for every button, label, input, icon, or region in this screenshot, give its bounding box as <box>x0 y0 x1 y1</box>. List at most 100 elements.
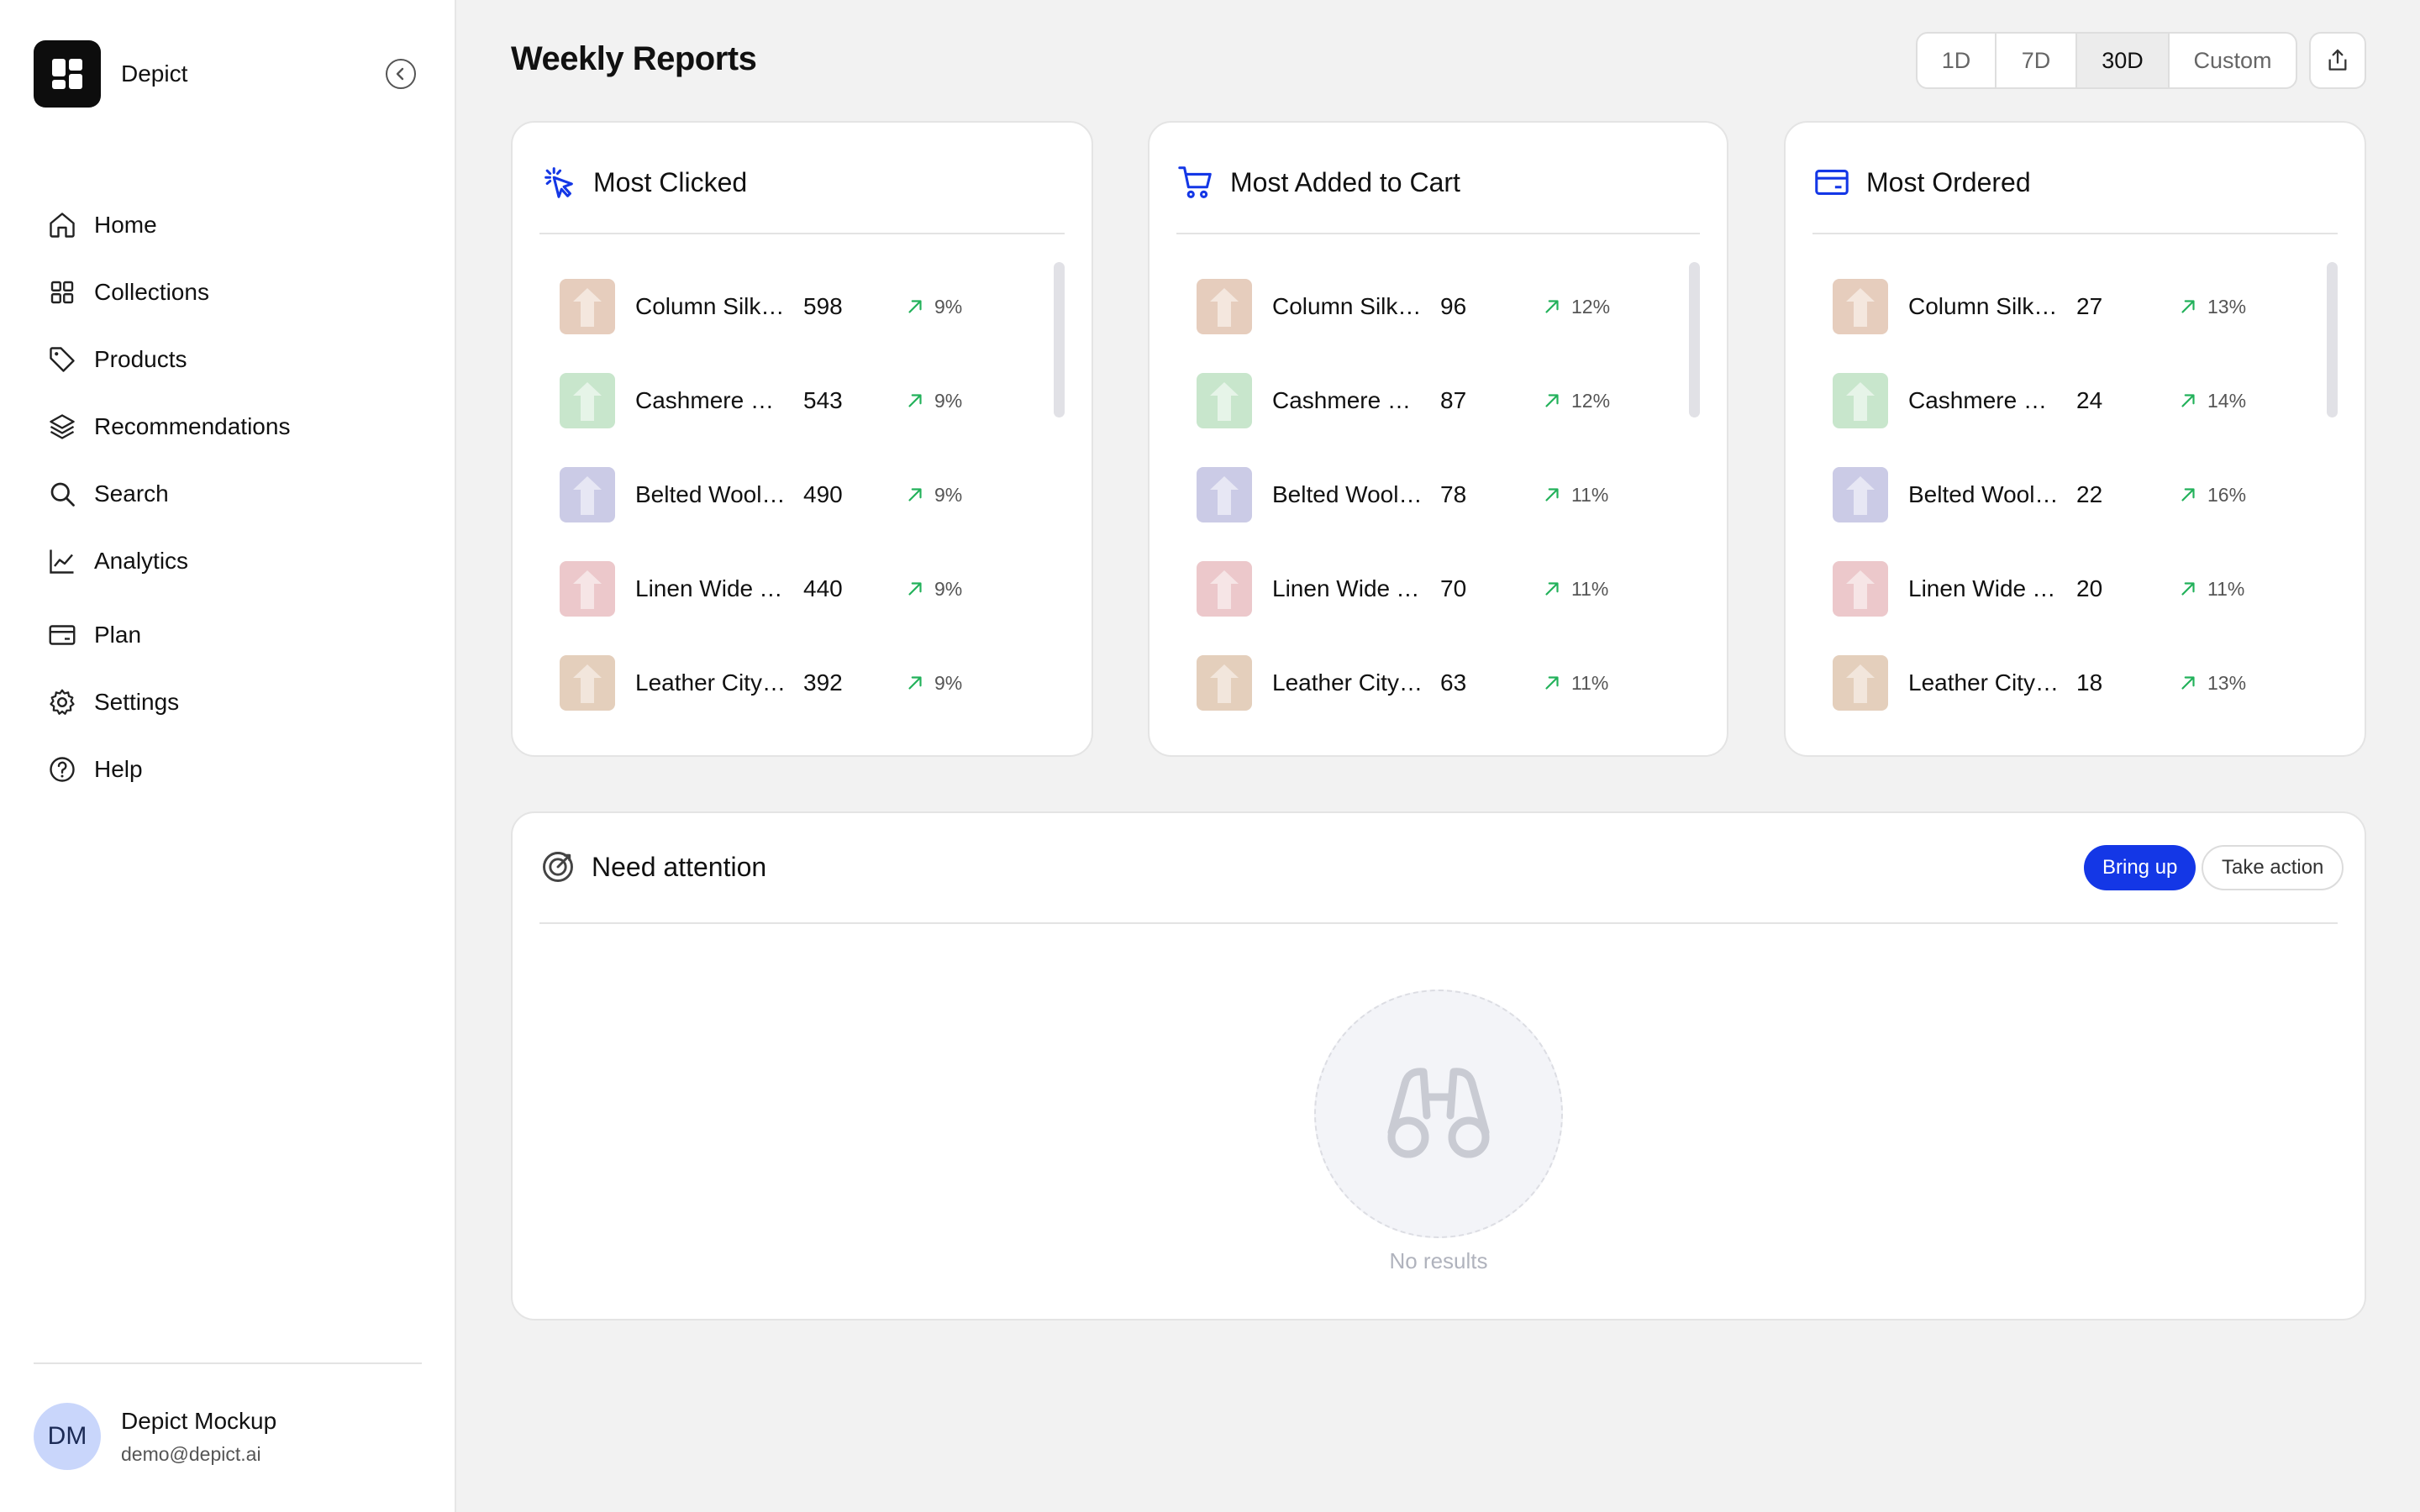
nav-label: Products <box>94 346 187 372</box>
product-name: Cashmere Sweater <box>635 387 786 413</box>
product-row[interactable]: Cashmere Sweater 24 14% <box>1833 373 2246 428</box>
avatar: DM <box>34 1403 101 1470</box>
nav-item-recommendations[interactable]: Recommendations <box>47 393 417 460</box>
product-value: 392 <box>803 669 843 696</box>
empty-state-text: No results <box>1389 1248 1488 1273</box>
arrow-up-right-icon <box>1545 488 1559 501</box>
product-thumbnail <box>560 561 615 617</box>
product-thumbnail <box>560 279 615 334</box>
target-icon <box>543 852 573 882</box>
nav-label: Collections <box>94 279 209 305</box>
product-thumbnail <box>560 655 615 711</box>
trend-value: 9% <box>934 483 963 506</box>
product-value: 543 <box>803 387 843 413</box>
arrow-up-right-icon <box>908 300 922 313</box>
nav-item-plan[interactable]: Plan <box>47 601 417 669</box>
product-row[interactable]: Linen Wide Trousers 70 11% <box>1197 561 1608 617</box>
product-row[interactable]: Linen Wide Trousers 440 9% <box>560 561 962 617</box>
product-value: 27 <box>2076 293 2103 319</box>
product-row[interactable]: Leather City Bag 18 13% <box>1833 655 2246 711</box>
product-row[interactable]: Cashmere Sweater 543 9% <box>560 373 962 428</box>
product-thumbnail <box>1833 467 1888 522</box>
product-name: Linen Wide Trousers <box>1272 575 1423 601</box>
trend-value: 13% <box>2207 671 2247 694</box>
range-custom-button[interactable]: Custom <box>2170 34 2296 87</box>
product-value: 20 <box>2076 575 2103 601</box>
depict-logo-icon <box>34 40 101 108</box>
product-name: Column Silk Dress <box>635 293 786 319</box>
nav-item-help[interactable]: Help <box>47 736 417 803</box>
collapse-sidebar-button[interactable] <box>386 59 416 89</box>
product-row[interactable]: Belted Wool Coat 490 9% <box>560 467 962 522</box>
trend-badge: 11% <box>1541 484 1608 507</box>
product-row[interactable]: Leather City Bag 392 9% <box>560 655 962 711</box>
search-icon <box>50 482 75 507</box>
arrow-up-right-icon <box>908 582 922 596</box>
trend-value: 9% <box>934 295 963 318</box>
tag-icon <box>50 347 75 372</box>
trend-value: 12% <box>1571 389 1611 412</box>
product-row[interactable]: Leather City Bag 63 11% <box>1197 655 1608 711</box>
user-profile[interactable]: DM Depict Mockup demo@depict.ai <box>34 1403 276 1470</box>
nav-item-collections[interactable]: Collections <box>47 259 417 326</box>
product-value: 18 <box>2076 669 2103 696</box>
product-value: 96 <box>1440 293 1467 319</box>
nav-item-analytics[interactable]: Analytics <box>47 528 417 595</box>
scrollbar-thumb[interactable] <box>2327 262 2338 417</box>
chevron-left-icon <box>396 67 404 81</box>
scrollbar-thumb[interactable] <box>1054 262 1065 417</box>
trend-value: 11% <box>2207 577 2245 600</box>
range-30d-button[interactable]: 30D <box>2077 34 2170 87</box>
nav-label: Settings <box>94 689 180 715</box>
trend-value: 9% <box>934 389 963 412</box>
range-1d-button[interactable]: 1D <box>1918 34 1996 87</box>
brand[interactable]: Depict <box>34 40 187 108</box>
take-action-button[interactable]: Take action <box>2202 845 2344 890</box>
brand-name: Depict <box>121 60 188 87</box>
sidebar-divider <box>34 1362 422 1364</box>
most-ordered-card: Most Ordered Column Silk Dress 27 13% Ca… <box>1784 121 2366 757</box>
nav-label: Analytics <box>94 548 189 574</box>
help-circle-icon <box>50 757 75 782</box>
trend-value: 11% <box>1571 671 1609 694</box>
nav-item-settings[interactable]: Settings <box>47 669 417 736</box>
grid-icon <box>50 281 74 304</box>
product-row[interactable]: Column Silk Dress 96 12% <box>1197 279 1610 334</box>
scrollbar-thumb[interactable] <box>1689 262 1700 417</box>
most-added-to-cart-card: Most Added to Cart Column Silk Dress 96 … <box>1148 121 1728 757</box>
product-thumbnail <box>1833 279 1888 334</box>
nav-item-search[interactable]: Search <box>47 460 417 528</box>
export-button[interactable] <box>2309 32 2366 89</box>
product-thumbnail <box>1197 279 1252 334</box>
nav-label: Search <box>94 480 169 507</box>
product-row[interactable]: Belted Wool Coat 22 16% <box>1833 467 2246 522</box>
sidebar: Depict Home Collections Products Recomme… <box>0 0 456 1512</box>
arrow-up-right-icon <box>2181 394 2195 407</box>
user-email: demo@depict.ai <box>121 1442 261 1465</box>
arrow-up-right-icon <box>2181 582 2195 596</box>
product-name: Column Silk Dress <box>1272 293 1423 319</box>
product-row[interactable]: Column Silk Dress 598 9% <box>560 279 962 334</box>
main-nav: Home Collections Products Recommendation… <box>47 192 417 803</box>
range-7d-button[interactable]: 7D <box>1996 34 2077 87</box>
chart-line-icon <box>50 549 74 574</box>
nav-item-home[interactable]: Home <box>47 192 417 259</box>
bring-up-button[interactable]: Bring up <box>2084 845 2196 890</box>
trend-badge: 12% <box>1541 390 1610 412</box>
product-row[interactable]: Cashmere Sweater 87 12% <box>1197 373 1610 428</box>
share-icon <box>2328 49 2347 71</box>
arrow-up-right-icon <box>908 676 922 690</box>
product-value: 70 <box>1440 575 1467 601</box>
product-value: 24 <box>2076 387 2103 413</box>
product-value: 63 <box>1440 669 1467 696</box>
product-value: 440 <box>803 575 843 601</box>
product-row[interactable]: Linen Wide Trousers 20 11% <box>1833 561 2244 617</box>
product-row[interactable]: Belted Wool Coat 78 11% <box>1197 467 1608 522</box>
product-name: Linen Wide Trousers <box>635 575 786 601</box>
product-thumbnail <box>1197 467 1252 522</box>
product-row[interactable]: Column Silk Dress 27 13% <box>1833 279 2246 334</box>
arrow-up-right-icon <box>1545 394 1559 407</box>
arrow-up-right-icon <box>1545 582 1559 596</box>
nav-item-products[interactable]: Products <box>47 326 417 393</box>
date-range-selector: 1D 7D 30D Custom <box>1916 32 2297 89</box>
